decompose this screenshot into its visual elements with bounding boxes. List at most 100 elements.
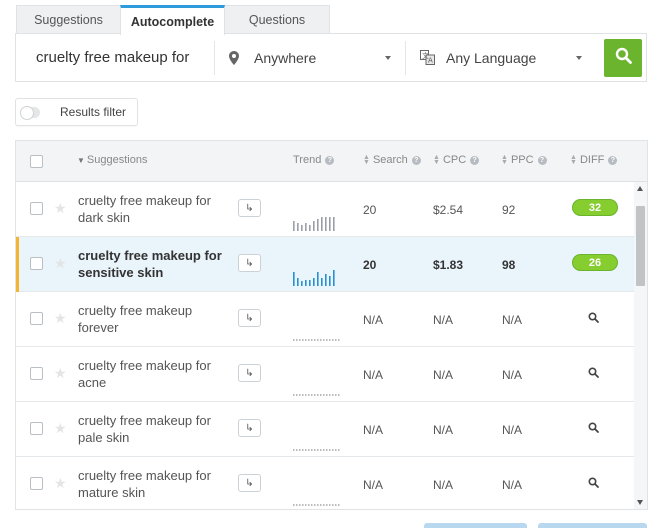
select-all-checkbox[interactable] <box>30 155 43 168</box>
table-row[interactable]: ★ cruelty free makeup forever ↳ N/A N/A N/A <box>16 292 634 347</box>
header-trend-label: Trend <box>293 154 322 166</box>
tab-bar: Suggestions Autocomplete Questions <box>16 5 330 35</box>
trend-bar <box>305 223 307 231</box>
scroll-down-arrow[interactable] <box>637 500 643 505</box>
search-bar: Anywhere 文A Any Language <box>15 33 647 82</box>
row-checkbox[interactable] <box>30 312 43 325</box>
magnifier-icon[interactable] <box>588 310 599 328</box>
row-checkbox[interactable] <box>30 257 43 270</box>
trend-chart <box>293 394 341 396</box>
magnifier-icon[interactable] <box>588 420 599 438</box>
star-icon[interactable]: ★ <box>54 255 67 272</box>
keyword-text[interactable]: cruelty free makeup for sensitive skin <box>78 247 228 281</box>
row-checkbox[interactable] <box>30 477 43 490</box>
header-suggestions-label: Suggestions <box>86 154 148 166</box>
keyword-text[interactable]: cruelty free makeup forever <box>78 302 228 336</box>
star-icon[interactable]: ★ <box>54 475 67 492</box>
ppc-value: N/A <box>502 313 523 327</box>
star-icon[interactable]: ★ <box>54 420 67 437</box>
sort-icon: ▲ ▼ <box>433 154 440 166</box>
trend-bar <box>325 274 327 286</box>
arrow-return-icon: ↳ <box>245 202 254 214</box>
arrow-return-icon: ↳ <box>245 422 254 434</box>
help-icon[interactable]: ? <box>537 155 547 165</box>
search-volume: N/A <box>363 423 384 437</box>
table-row[interactable]: ★ cruelty free makeup for acne ↳ N/A N/A N/A <box>16 347 634 402</box>
header-diff-label: DIFF <box>579 154 605 166</box>
header-cpc[interactable]: ▲ ▼ CPC ? <box>433 154 480 166</box>
ppc-value: N/A <box>502 478 523 492</box>
filter-toggle[interactable] <box>20 106 40 120</box>
arrow-return-icon: ↳ <box>245 367 254 379</box>
use-keyword-button[interactable]: ↳ <box>238 309 261 327</box>
help-icon[interactable]: ? <box>470 155 480 165</box>
trend-chart <box>293 504 341 506</box>
trend-bar <box>301 281 303 286</box>
tab-autocomplete[interactable]: Autocomplete <box>120 5 225 35</box>
sort-icon: ▲ ▼ <box>363 154 370 166</box>
language-select[interactable]: 文A Any Language <box>406 34 596 81</box>
cpc-value: N/A <box>433 423 454 437</box>
star-icon[interactable]: ★ <box>54 310 67 327</box>
trend-bar <box>321 278 323 286</box>
search-volume: N/A <box>363 368 384 382</box>
location-value: Anywhere <box>254 50 317 66</box>
header-ppc[interactable]: ▲ ▼ PPC ? <box>501 154 547 166</box>
action-button[interactable] <box>538 523 647 528</box>
ppc-value: N/A <box>502 423 523 437</box>
help-icon[interactable]: ? <box>608 155 618 165</box>
help-icon[interactable]: ? <box>411 155 421 165</box>
header-trend: Trend ? <box>293 154 335 166</box>
header-suggestions[interactable]: ▼ Suggestions <box>77 154 147 166</box>
trend-chart <box>293 339 341 341</box>
use-keyword-button[interactable]: ↳ <box>238 254 261 272</box>
trend-bar <box>305 280 307 286</box>
tab-suggestions[interactable]: Suggestions <box>16 5 121 34</box>
header-search[interactable]: ▲ ▼ Search ? <box>363 154 421 166</box>
ppc-value: N/A <box>502 368 523 382</box>
star-icon[interactable]: ★ <box>54 365 67 382</box>
row-checkbox[interactable] <box>30 367 43 380</box>
keyword-text[interactable]: cruelty free makeup for acne <box>78 357 228 391</box>
search-button[interactable] <box>604 39 642 77</box>
scroll-up-arrow[interactable] <box>637 186 643 191</box>
trend-chart <box>293 449 341 451</box>
row-checkbox[interactable] <box>30 422 43 435</box>
star-icon[interactable]: ★ <box>54 200 67 217</box>
keyword-input[interactable] <box>17 35 213 80</box>
tab-questions[interactable]: Questions <box>224 5 330 34</box>
header-diff[interactable]: ▲ ▼ DIFF ? <box>570 154 618 166</box>
keyword-text[interactable]: cruelty free makeup for mature skin <box>78 467 228 501</box>
trend-bar <box>313 278 315 286</box>
table-body: ★ cruelty free makeup for dark skin ↳ 20 $2.… <box>16 182 634 509</box>
trend-bar <box>301 225 303 231</box>
trend-bar <box>317 219 319 231</box>
use-keyword-button[interactable]: ↳ <box>238 199 261 217</box>
trend-bar <box>321 217 323 231</box>
scroll-thumb[interactable] <box>636 206 645 286</box>
header-cpc-label: CPC <box>442 154 467 166</box>
table-header: ▼ Suggestions Trend ? ▲ ▼ Search ? ▲ ▼ CPC… <box>16 141 647 182</box>
keyword-text[interactable]: cruelty free makeup for pale skin <box>78 412 228 446</box>
magnifier-icon[interactable] <box>588 365 599 383</box>
magnifier-icon[interactable] <box>588 475 599 493</box>
trend-bar <box>333 217 335 231</box>
sort-down-icon: ▼ <box>77 155 85 165</box>
ppc-value: 92 <box>502 203 516 217</box>
use-keyword-button[interactable]: ↳ <box>238 474 261 492</box>
keyword-text[interactable]: cruelty free makeup for dark skin <box>78 192 228 226</box>
chevron-down-icon <box>576 56 582 60</box>
table-row[interactable]: ★ cruelty free makeup for mature skin ↳ N/A… <box>16 457 634 509</box>
table-row[interactable]: ★ cruelty free makeup for dark skin ↳ 20 $2.… <box>16 182 634 237</box>
table-row[interactable]: ★ cruelty free makeup for sensitive skin ↳… <box>16 237 634 292</box>
help-icon[interactable]: ? <box>325 155 335 165</box>
row-checkbox[interactable] <box>30 202 43 215</box>
table-row[interactable]: ★ cruelty free makeup for pale skin ↳ N/A N/… <box>16 402 634 457</box>
vertical-scrollbar[interactable] <box>634 182 647 509</box>
use-keyword-button[interactable]: ↳ <box>238 419 261 437</box>
location-select[interactable]: Anywhere <box>215 34 405 81</box>
results-filter-button[interactable]: Results filter <box>15 98 138 126</box>
sort-icon: ▲ ▼ <box>570 154 577 166</box>
use-keyword-button[interactable]: ↳ <box>238 364 261 382</box>
action-button[interactable] <box>424 523 527 528</box>
